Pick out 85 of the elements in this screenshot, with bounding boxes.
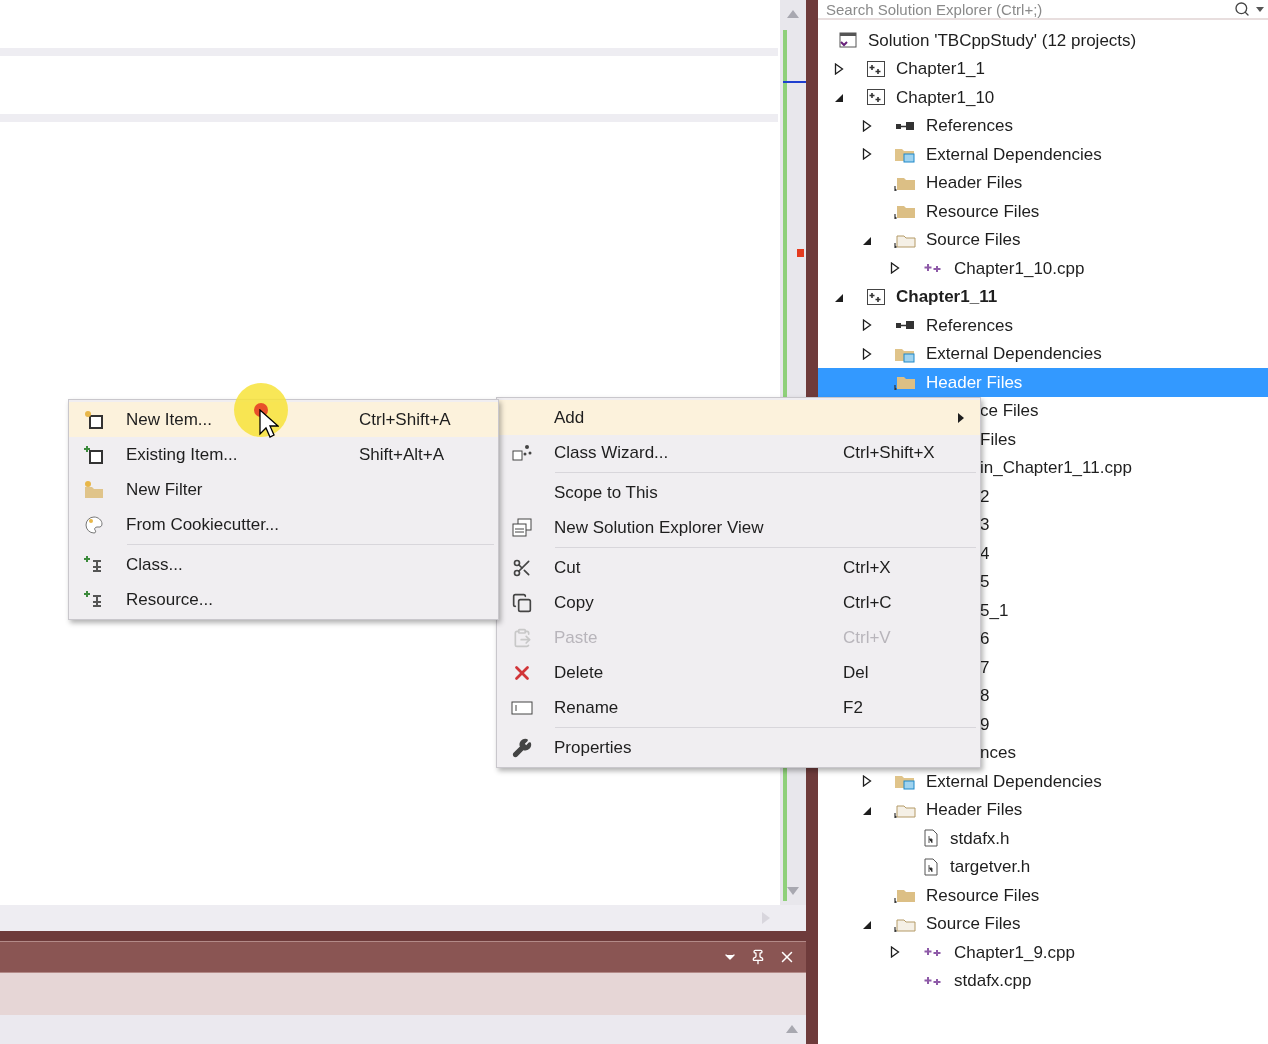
tree-item[interactable]: 3 xyxy=(980,512,990,538)
collapsed-arrow-icon[interactable] xyxy=(890,262,900,275)
horizontal-scrollbar[interactable] xyxy=(0,905,806,931)
tree-item[interactable]: References xyxy=(894,312,1013,338)
menu-item[interactable]: New Filter xyxy=(69,472,498,507)
windows-icon xyxy=(511,517,533,538)
dropdown-arrow-icon[interactable] xyxy=(1256,6,1264,12)
menu-item[interactable]: Properties xyxy=(497,730,980,765)
file-icon xyxy=(922,857,940,876)
clipboard-icon xyxy=(512,627,532,648)
tree-item[interactable]: 7 xyxy=(980,654,990,680)
menu-item[interactable]: Existing Item... Shift+Alt+A xyxy=(69,437,498,472)
copy-icon xyxy=(512,592,532,613)
collapsed-arrow-icon[interactable] xyxy=(862,775,872,788)
collapsed-arrow-icon[interactable] xyxy=(862,347,872,360)
search-icon[interactable] xyxy=(1234,1,1250,17)
tree-item[interactable]: nces xyxy=(980,740,1016,766)
tree-item[interactable]: 8 xyxy=(980,683,990,709)
file-icon xyxy=(922,829,940,848)
menu-item[interactable]: Delete Del xyxy=(497,655,980,690)
tree-item[interactable]: Header Files xyxy=(894,170,1023,196)
tree-item[interactable]: Files xyxy=(980,426,1016,452)
shortcut-label: Ctrl+C xyxy=(843,591,892,614)
shortcut-label: Shift+Alt+A xyxy=(359,443,445,466)
tree-item[interactable]: 6 xyxy=(980,626,990,652)
tree-item[interactable]: ce Files xyxy=(980,398,1039,424)
scissors-icon xyxy=(512,557,532,578)
project-icon xyxy=(866,88,886,107)
menu-item[interactable]: Class... xyxy=(69,547,498,582)
shortcut-label: Ctrl+V xyxy=(843,626,891,649)
solution-icon xyxy=(838,31,858,50)
tree-item[interactable]: External Dependencies xyxy=(894,341,1102,367)
menu-item[interactable]: Class Wizard... Ctrl+Shift+X xyxy=(497,435,980,470)
tree-item[interactable]: Chapter1_11 xyxy=(866,284,998,310)
menu-item[interactable]: From Cookiecutter... xyxy=(69,507,498,542)
project-icon xyxy=(866,287,886,306)
collapsed-arrow-icon[interactable] xyxy=(862,148,872,161)
add-file-icon xyxy=(83,444,105,465)
tree-item[interactable]: Resource Files xyxy=(894,882,1040,908)
menu-item[interactable]: Rename F2 xyxy=(497,690,980,725)
wrench-icon xyxy=(512,737,532,758)
shortcut-label: Del xyxy=(843,661,869,684)
tree-item[interactable]: References xyxy=(894,113,1013,139)
menu-item[interactable]: Cut Ctrl+X xyxy=(497,550,980,585)
shortcut-label: Ctrl+Shift+A xyxy=(359,408,451,431)
menu-item[interactable]: Copy Ctrl+C xyxy=(497,585,980,620)
tree-item[interactable]: 9 xyxy=(980,711,990,737)
tree-item[interactable]: Chapter1_10.cpp xyxy=(922,255,1085,281)
tree-item[interactable]: stdafx.h xyxy=(922,825,1010,851)
rename-icon xyxy=(511,699,533,716)
shortcut-label: Ctrl+Shift+X xyxy=(843,441,935,464)
tree-item[interactable]: 5 xyxy=(980,569,990,595)
tree-item[interactable]: Chapter1_9.cpp xyxy=(922,939,1075,965)
tree-item[interactable]: 2 xyxy=(980,483,990,509)
search-field[interactable]: Search Solution Explorer (Ctrl+;) xyxy=(818,0,1268,20)
tree-item[interactable]: Chapter1_1 xyxy=(866,56,985,82)
tree-item[interactable]: Source Files xyxy=(894,911,1021,937)
tree-item[interactable]: targetver.h xyxy=(922,854,1031,880)
palette-icon xyxy=(83,514,105,535)
tree-item[interactable]: Header Files xyxy=(894,797,1023,823)
menu-item[interactable]: Scope to This xyxy=(497,475,980,510)
tree-item[interactable]: External Dependencies xyxy=(894,141,1102,167)
wand-icon xyxy=(511,442,533,463)
tree-item[interactable]: stdafx.cpp xyxy=(922,968,1032,994)
menu-item[interactable]: Add xyxy=(497,400,980,435)
tree-item[interactable]: Resource Files xyxy=(894,198,1040,224)
collapsed-arrow-icon[interactable] xyxy=(862,319,872,332)
shortcut-label: Ctrl+X xyxy=(843,556,891,579)
menu-item[interactable]: Resource... xyxy=(69,582,498,617)
pin-icon[interactable] xyxy=(750,949,766,965)
caret-position-marker xyxy=(783,81,806,83)
collapsed-arrow-icon[interactable] xyxy=(834,62,844,75)
collapsed-arrow-icon[interactable] xyxy=(862,119,872,132)
collapsed-arrow-icon[interactable] xyxy=(890,946,900,959)
tree-item[interactable]: External Dependencies xyxy=(894,768,1102,794)
tree-item[interactable]: Chapter1_10 xyxy=(866,84,995,110)
folder-icon xyxy=(83,479,105,500)
shortcut-label: F2 xyxy=(843,696,863,719)
tree-item[interactable]: Source Files xyxy=(894,227,1021,253)
tree-item[interactable]: 4 xyxy=(980,540,990,566)
tree-item[interactable]: 5_1 xyxy=(980,597,1009,623)
tree-item[interactable]: in_Chapter1_11.cpp xyxy=(980,455,1132,481)
error-marker xyxy=(797,249,804,257)
project-icon xyxy=(866,59,886,78)
tree-item[interactable]: Solution 'TBCppStudy' (12 projects) xyxy=(838,27,1137,53)
